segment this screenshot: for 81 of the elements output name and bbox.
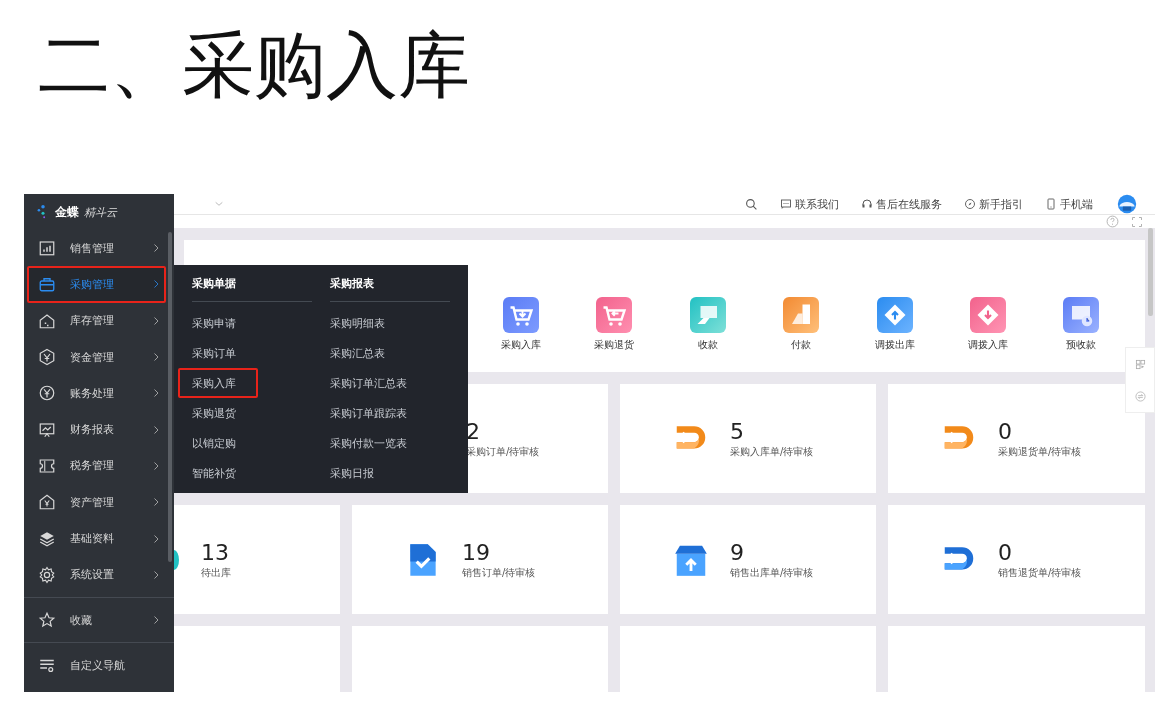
presentation-icon xyxy=(38,420,56,439)
sidebar-item[interactable]: 系统设置 xyxy=(24,556,174,593)
submenu-item[interactable]: 采购订单 xyxy=(192,338,312,368)
sidebar-item[interactable]: 资金管理 xyxy=(24,338,174,376)
submenu-heading: 采购单据 xyxy=(192,265,312,302)
submenu-item[interactable]: 采购订单汇总表 xyxy=(330,368,450,398)
stat-label: 采购退货单/待审核 xyxy=(998,444,1082,459)
submenu-item[interactable]: 以销定购 xyxy=(192,428,312,458)
shortcut-item[interactable]: 预收款 xyxy=(1034,297,1128,352)
stat-value: 13 xyxy=(201,539,230,566)
toolbar-link[interactable]: 新手指引 xyxy=(979,196,1023,212)
help-icon[interactable] xyxy=(1106,215,1119,228)
shortcut-item[interactable]: 采购退货 xyxy=(567,297,662,352)
slide-title: 二、采购入库 xyxy=(37,22,471,109)
yen-circle-icon xyxy=(38,384,56,403)
submenu-heading: 采购报表 xyxy=(330,265,450,302)
cart-icon xyxy=(502,297,539,333)
submenu-item[interactable]: 采购明细表 xyxy=(330,308,450,338)
sidebar-item[interactable]: 基础资料 xyxy=(24,520,174,557)
sidebar-item[interactable]: 税务管理 xyxy=(24,447,174,485)
stat-value: 19 xyxy=(462,539,491,566)
submenu-item[interactable]: 采购汇总表 xyxy=(330,338,450,368)
sidebar-item[interactable]: 财务报表 xyxy=(24,411,174,448)
sidebar-item[interactable]: 采购管理 xyxy=(27,266,166,303)
stat-value: 0 xyxy=(998,418,1013,445)
yen-hexagon-icon xyxy=(38,348,56,367)
avatar[interactable] xyxy=(1117,194,1137,214)
stat-label: 销售退货单/待审核 xyxy=(998,565,1082,580)
product-name: 精斗云 xyxy=(84,204,117,220)
swap-icon[interactable] xyxy=(1134,390,1146,402)
shortcut-item[interactable]: 调拨出库 xyxy=(847,297,942,352)
compass-icon xyxy=(964,198,976,210)
circle-partial-icon xyxy=(174,549,179,570)
submenu-item[interactable]: 采购日报 xyxy=(330,458,450,488)
sidebar-item[interactable]: 收藏 xyxy=(24,601,174,639)
stat-value: 0 xyxy=(998,539,1013,566)
shortcut-item[interactable]: 采购入库 xyxy=(474,297,568,352)
cart-icon xyxy=(596,297,633,333)
layout-icon[interactable] xyxy=(1134,358,1146,370)
stat-label: 采购入库单/待审核 xyxy=(730,444,814,459)
sidebar-item[interactable]: 资产管理 xyxy=(24,484,174,521)
diamond-down-icon xyxy=(969,297,1006,333)
star-icon xyxy=(38,611,56,630)
toolbar-link[interactable]: 售后在线服务 xyxy=(876,196,942,212)
chat-icon xyxy=(780,198,792,210)
stat-label: 销售出库单/待审核 xyxy=(730,565,814,580)
submenu-item[interactable]: 采购申请 xyxy=(192,308,312,338)
chart-icon xyxy=(38,239,56,258)
stat-label: 待出库 xyxy=(201,565,231,580)
submenu-item[interactable]: 采购订单跟踪表 xyxy=(330,398,450,428)
hand-card-icon xyxy=(689,297,726,333)
stat-value: 9 xyxy=(730,539,745,566)
chevron-down-icon[interactable] xyxy=(213,199,225,209)
brand-name: 金蝶 xyxy=(55,203,79,221)
shortcut-item[interactable]: 调拨入库 xyxy=(941,297,1035,352)
submenu-item[interactable]: 采购退货 xyxy=(192,398,312,428)
sidebar-item[interactable]: 账务处理 xyxy=(24,375,174,412)
stat-label: 销售订单/待审核 xyxy=(462,565,536,580)
toolbar-link[interactable]: 手机端 xyxy=(1060,196,1093,212)
card-clock-icon xyxy=(1063,297,1100,333)
sidebar-item[interactable]: 库存管理 xyxy=(24,302,174,339)
headset-icon xyxy=(861,198,873,210)
hand-document-icon xyxy=(783,297,820,333)
toolbar-link[interactable]: 联系我们 xyxy=(795,196,839,212)
submenu-item[interactable]: 采购付款一览表 xyxy=(330,428,450,458)
bag-icon xyxy=(38,275,56,294)
sidebar-item[interactable]: 销售管理 xyxy=(24,230,174,267)
shortcut-item[interactable]: 付款 xyxy=(754,297,848,352)
stat-value: 5 xyxy=(730,418,745,445)
ticket-icon xyxy=(38,456,56,475)
shortcut-item[interactable]: 收款 xyxy=(661,297,755,352)
search-icon[interactable] xyxy=(745,197,758,211)
fullscreen-icon[interactable] xyxy=(1131,215,1143,228)
phone-icon xyxy=(1045,198,1057,210)
yen-house-icon xyxy=(38,493,56,512)
diamond-up-icon xyxy=(876,297,913,333)
settings-icon xyxy=(38,565,56,584)
stat-value: 2 xyxy=(466,418,481,445)
sidebar-item[interactable]: 自定义导航 xyxy=(24,647,174,684)
submenu-item[interactable]: 智能补货 xyxy=(192,458,312,488)
submenu-item[interactable]: 采购入库 xyxy=(178,368,258,398)
